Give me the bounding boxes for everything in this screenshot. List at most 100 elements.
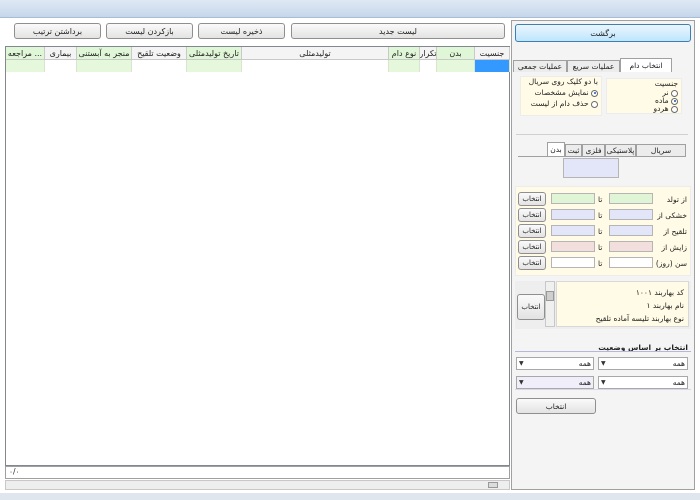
column-header-reproduction[interactable]: تولیدمثلی	[242, 47, 389, 60]
status-select-4[interactable]: همه ▼	[516, 376, 594, 389]
gender-title: جنسیت	[654, 79, 678, 88]
tab-serial[interactable]: سریال	[636, 144, 686, 156]
table-row-selected-cell[interactable]	[475, 60, 510, 72]
birth-from-input[interactable]	[609, 193, 653, 204]
status-select-3-value: همه	[672, 378, 685, 387]
back-button[interactable]: برگشت	[515, 24, 691, 42]
dry-from-input[interactable]	[609, 209, 653, 220]
range-label-age: سن (روز) از	[647, 259, 687, 268]
range-label-dry: خشکی از	[657, 211, 687, 220]
pen-name-line: نام بهاربند ۱	[646, 301, 684, 310]
gender-group: جنسیت نر ماده هردو	[606, 78, 682, 114]
range-to-label: تا	[598, 227, 603, 236]
right-filter-panel: برگشت عملیات جمعی عملیات سریع انتخاب دام…	[511, 20, 695, 490]
column-header-visit[interactable]: مراجعه ...	[6, 47, 45, 60]
status-select-1-value: همه	[672, 359, 685, 368]
status-select-1[interactable]: همه ▼	[598, 357, 688, 370]
insemination-from-input[interactable]	[609, 225, 653, 236]
scrollbar-thumb[interactable]	[488, 482, 498, 488]
remove-sort-button[interactable]: برداشتن ترتیب	[14, 23, 101, 39]
range-label-birth: از تولد	[666, 195, 687, 204]
divider	[515, 389, 691, 390]
chevron-down-icon: ▼	[519, 379, 524, 386]
table-row-cell[interactable]	[132, 60, 187, 72]
age-to-input[interactable]	[551, 257, 595, 268]
dry-to-input[interactable]	[551, 209, 595, 220]
horizontal-scrollbar[interactable]	[5, 480, 510, 490]
table-row-cell[interactable]	[389, 60, 420, 72]
divider	[516, 134, 688, 135]
status-select-4-value: همه	[578, 378, 591, 387]
insemination-to-input[interactable]	[551, 225, 595, 236]
birth-to-input[interactable]	[551, 193, 595, 204]
pen-list[interactable]: کد بهاربند ۱۰۰۱ نام بهاربند ۱ نوع بهاربن…	[556, 281, 689, 327]
radio-remove-from-list[interactable]	[591, 100, 598, 108]
tab-bulk-ops[interactable]: عملیات جمعی	[513, 60, 567, 72]
range-label-insemination: تلقیح از	[663, 227, 687, 236]
tab-registry[interactable]: ثبت	[565, 144, 582, 156]
insemination-select-button[interactable]: انتخاب	[518, 224, 546, 238]
pen-code-line: کد بهاربند ۱۰۰۱	[635, 288, 684, 297]
pen-list-scrollbar[interactable]	[545, 281, 555, 327]
table-row-cell[interactable]	[420, 60, 437, 72]
calving-to-input[interactable]	[551, 241, 595, 252]
column-header-pregnancy-result[interactable]: منجر به آبستنی	[77, 47, 132, 60]
pen-list-scroll-thumb[interactable]	[546, 291, 554, 301]
status-select-3[interactable]: همه ▼	[598, 376, 688, 389]
table-row-cell[interactable]	[437, 60, 475, 72]
table-row-cell[interactable]	[6, 60, 45, 72]
table-row-cell[interactable]	[77, 60, 132, 72]
column-header-reproduction-date[interactable]: تاریخ تولیدمثلی	[187, 47, 242, 60]
range-to-label: تا	[598, 211, 603, 220]
window-titlebar	[0, 0, 700, 18]
range-to-label: تا	[598, 243, 603, 252]
column-header-insemination-status[interactable]: وضعیت تلقیح	[132, 47, 187, 60]
column-header-body[interactable]: بدن	[437, 47, 475, 60]
chevron-down-icon: ▼	[601, 360, 606, 367]
radio-remove-from-list-label: حذف دام از لیست	[530, 99, 589, 108]
calving-from-input[interactable]	[609, 241, 653, 252]
radio-show-details-label: نمایش مشخصات	[534, 88, 589, 97]
tab-metal[interactable]: فلزی	[582, 144, 605, 156]
radio-both[interactable]	[671, 105, 678, 113]
status-select-2[interactable]: همه ▼	[516, 357, 594, 370]
status-select-button[interactable]: انتخاب	[516, 398, 596, 414]
serial-click-title: با دو کلیک روی سریال	[528, 77, 598, 86]
column-header-repeat[interactable]: تکرار	[420, 47, 437, 60]
dry-select-button[interactable]: انتخاب	[518, 208, 546, 222]
range-to-label: تا	[598, 195, 603, 204]
sub-tab-baseline	[518, 156, 686, 157]
range-filters: از تولد تا انتخاب خشکی از تا انتخاب تلقی…	[515, 186, 691, 276]
chevron-down-icon: ▼	[519, 360, 524, 367]
chevron-down-icon: ▼	[601, 379, 606, 386]
grid-footer: ۰/۰	[5, 466, 510, 479]
status-select-2-value: همه	[578, 359, 591, 368]
animal-list-grid[interactable]: مراجعه ... بیماری منجر به آبستنی وضعیت ت…	[5, 46, 510, 466]
record-counter: ۰/۰	[9, 467, 20, 476]
range-to-label: تا	[598, 259, 603, 268]
tab-body[interactable]: بدن	[547, 142, 565, 156]
age-from-input[interactable]	[609, 257, 653, 268]
serial-click-group: با دو کلیک روی سریال نمایش مشخصات حذف دا…	[520, 76, 602, 116]
age-select-button[interactable]: انتخاب	[518, 256, 546, 270]
table-row-cell[interactable]	[242, 60, 389, 72]
calving-select-button[interactable]: انتخاب	[518, 240, 546, 254]
radio-remove-from-list-row: حذف دام از لیست	[531, 99, 598, 108]
save-list-button[interactable]: ذخیره لیست	[198, 23, 285, 39]
restore-list-button[interactable]: بازکردن لیست	[106, 23, 193, 39]
pen-select-button[interactable]: انتخاب	[517, 294, 545, 320]
birth-select-button[interactable]: انتخاب	[518, 192, 546, 206]
radio-show-details[interactable]	[591, 89, 598, 97]
pen-section: کد بهاربند ۱۰۰۱ نام بهاربند ۱ نوع بهاربن…	[515, 281, 691, 329]
body-number-input[interactable]	[563, 158, 619, 178]
column-header-animal-type[interactable]: نوع دام	[389, 47, 420, 60]
column-header-gender[interactable]: جنسیت	[475, 47, 510, 60]
tab-quick-ops[interactable]: عملیات سریع	[567, 60, 620, 72]
table-row-cell[interactable]	[187, 60, 242, 72]
tab-plastic[interactable]: پلاستیکی	[605, 144, 636, 156]
range-label-calving: زایش از	[661, 243, 687, 252]
table-row-cell[interactable]	[45, 60, 77, 72]
column-header-disease[interactable]: بیماری	[45, 47, 77, 60]
new-list-button[interactable]: لیست جدید	[291, 23, 505, 39]
tab-select-animal[interactable]: انتخاب دام	[620, 58, 672, 72]
